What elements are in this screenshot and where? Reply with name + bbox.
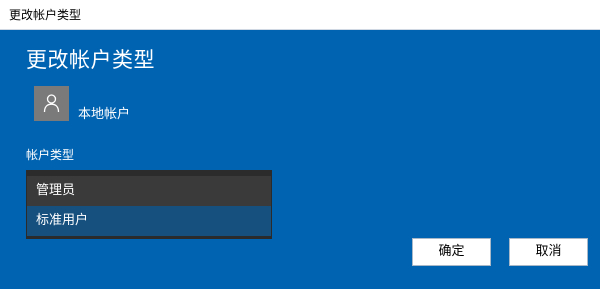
ok-button[interactable]: 确定 (412, 238, 491, 266)
change-account-type-window: 更改帐户类型 更改帐户类型 本地帐户 帐户类型 管理员 标准用户 确定 取消 (0, 0, 600, 289)
account-type-dropdown-list[interactable]: 管理员 标准用户 (26, 170, 272, 239)
cancel-button[interactable]: 取消 (509, 238, 588, 266)
window-title: 更改帐户类型 (9, 8, 82, 22)
account-type-label: 帐户类型 (26, 148, 75, 162)
option-standard-user[interactable]: 标准用户 (27, 206, 271, 236)
avatar (34, 86, 69, 121)
option-administrator[interactable]: 管理员 (27, 176, 271, 206)
page-title: 更改帐户类型 (26, 48, 155, 72)
title-bar: 更改帐户类型 (0, 0, 600, 30)
user-silhouette-icon (43, 94, 60, 113)
account-name: 本地帐户 (78, 107, 131, 122)
